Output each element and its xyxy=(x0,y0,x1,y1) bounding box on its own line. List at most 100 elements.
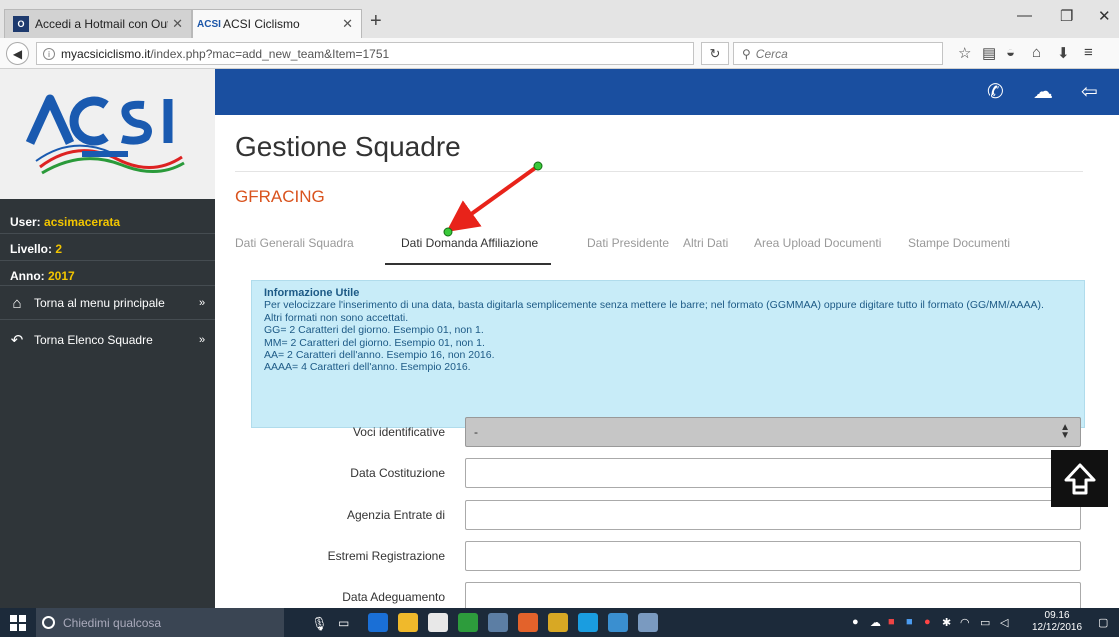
tax-agency-input[interactable] xyxy=(465,500,1081,530)
sidebar-item-team-list[interactable]: ↶ Torna Elenco Squadre » xyxy=(0,327,215,353)
select-arrows-icon: ▲ ▼ xyxy=(1060,422,1070,441)
app-icon[interactable] xyxy=(638,613,658,632)
tray-icon[interactable]: ● xyxy=(852,616,859,628)
search-placeholder: Cerca xyxy=(755,46,788,61)
bluetooth-icon[interactable]: ✱ xyxy=(942,616,951,629)
browser-search-input[interactable]: ⚲ Cerca xyxy=(733,42,943,65)
info-line: Altri formati non sono accettati. xyxy=(264,311,409,324)
identifiers-select[interactable]: - ▲ ▼ xyxy=(465,417,1081,447)
screen: O Accedi a Hotmail con Out... ✕ ACSI ACS… xyxy=(0,0,1119,637)
clock-time: 09.16 xyxy=(1044,610,1070,621)
volume-icon[interactable]: ◁ xyxy=(1000,616,1008,629)
menu-icon[interactable]: ≡ xyxy=(1084,44,1093,61)
select-value: - xyxy=(474,425,478,439)
browser-tab-acsi[interactable]: ACSI ACSI Ciclismo ✕ xyxy=(192,9,362,38)
app-icon[interactable] xyxy=(548,613,568,632)
divider xyxy=(0,285,215,286)
windows-start-icon[interactable] xyxy=(10,615,26,631)
reading-list-icon[interactable]: ▤ xyxy=(982,44,996,62)
new-tab-icon[interactable]: + xyxy=(370,10,382,33)
tray-icon[interactable]: ■ xyxy=(906,616,913,628)
form-row-identifiers: Voci identificative - ▲ ▼ xyxy=(235,417,1083,447)
app-icon[interactable] xyxy=(608,613,628,632)
foundation-date-input[interactable] xyxy=(465,458,1081,488)
user-value: acsimacerata xyxy=(44,215,121,229)
url-path: /index.php?mac=add_new_team&Item=1751 xyxy=(150,46,390,61)
form-row-foundation-date: Data Costituzione xyxy=(235,458,1083,488)
firefox-icon[interactable] xyxy=(518,613,538,632)
year-label: Anno: xyxy=(10,269,45,283)
cloud-download-icon[interactable]: ☁ xyxy=(1033,79,1053,104)
edge-icon[interactable] xyxy=(368,613,388,632)
field-label: Data Adeguamento xyxy=(342,590,445,604)
registration-details-input[interactable] xyxy=(465,541,1081,571)
reload-icon[interactable]: ↻ xyxy=(701,42,729,65)
cortana-search-input[interactable]: Chiedimi qualcosa xyxy=(36,608,284,637)
tab-president-data[interactable]: Dati Presidente xyxy=(587,227,669,265)
scroll-to-top-button[interactable] xyxy=(1051,450,1108,507)
level-value: 2 xyxy=(55,242,63,256)
window-close-icon[interactable]: ✕ xyxy=(1098,7,1111,25)
info-line: MM= 2 Caratteri del giorno. Esempio 01, … xyxy=(264,336,485,349)
taskbar: Chiedimi qualcosa 🎙 ▭ ● ☁ ■ ■ ● ✱ ◠ ▭ ◁ … xyxy=(0,608,1119,637)
info-line: AAAA= 4 Caratteri dell'anno. Esempio 201… xyxy=(264,361,471,374)
download-icon[interactable]: ⬇ xyxy=(1057,44,1070,62)
pocket-icon[interactable]: ◒ xyxy=(1006,44,1015,61)
acsi-favicon-icon: ACSI xyxy=(197,18,221,30)
tray-icon[interactable]: ☁ xyxy=(870,616,881,629)
minimize-icon[interactable]: — xyxy=(1017,7,1032,24)
battery-icon[interactable]: ▭ xyxy=(980,616,990,629)
info-icon[interactable]: i xyxy=(43,47,55,60)
url-bar[interactable]: i myacsiciclismo.it/index.php?mac=add_ne… xyxy=(36,42,694,65)
acsi-logo[interactable] xyxy=(0,69,215,199)
back-arrow-icon[interactable]: ◀ xyxy=(6,42,29,65)
home-icon[interactable]: ⌂ xyxy=(1032,44,1041,61)
year-value: 2017 xyxy=(48,269,75,283)
info-alert: Informazione Utile Per velocizzare l'ins… xyxy=(251,280,1085,428)
page-title: Gestione Squadre xyxy=(235,131,461,162)
restore-icon[interactable]: ❐ xyxy=(1060,7,1073,25)
phone-icon[interactable]: ✆ xyxy=(987,79,1004,104)
bookmark-star-icon[interactable]: ☆ xyxy=(958,44,971,62)
cortana-icon xyxy=(42,616,55,629)
form-row-registration-details: Estremi Registrazione xyxy=(235,541,1083,571)
url-host: myacsiciclismo.it xyxy=(61,46,151,61)
sidebar-user: User: acsimacerata xyxy=(10,215,120,229)
info-line: AA= 2 Caratteri dell'anno. Esempio 16, n… xyxy=(264,349,495,362)
level-label: Livello: xyxy=(10,242,53,256)
tab-affiliation-data[interactable]: Dati Domanda Affiliazione xyxy=(385,227,551,265)
sidebar-item-main-menu[interactable]: ⌂ Torna al menu principale » xyxy=(0,290,215,316)
info-line: GG= 2 Caratteri del giorno. Esempio 01, … xyxy=(264,324,484,337)
tab-print-documents[interactable]: Stampe Documenti xyxy=(908,227,1010,265)
browser-tab-hotmail[interactable]: O Accedi a Hotmail con Out... ✕ xyxy=(4,9,192,38)
notifications-icon[interactable]: ▢ xyxy=(1098,616,1108,629)
info-heading: Informazione Utile xyxy=(264,287,360,299)
file-explorer-icon[interactable] xyxy=(398,613,418,632)
acsi-logo-icon xyxy=(25,94,185,175)
system-clock[interactable]: 09.16 12/12/2016 xyxy=(1032,610,1082,634)
tray-icon[interactable]: ● xyxy=(924,616,931,628)
tray-icon[interactable]: ■ xyxy=(888,616,895,628)
browser-nav-bar: ◀ i myacsiciclismo.it/index.php?mac=add_… xyxy=(0,38,1119,69)
logout-icon[interactable]: ⇦ xyxy=(1081,79,1098,104)
tab-other-data[interactable]: Altri Dati xyxy=(683,227,728,265)
cortana-placeholder: Chiedimi qualcosa xyxy=(63,615,162,630)
tab-upload-documents[interactable]: Area Upload Documenti xyxy=(754,227,881,265)
wifi-icon[interactable]: ◠ xyxy=(960,616,970,629)
microphone-icon[interactable]: 🎙 xyxy=(311,616,328,632)
arrow-up-icon xyxy=(1064,463,1095,494)
top-bar: ✆ ☁ ⇦ xyxy=(215,69,1119,115)
task-view-icon[interactable]: ▭ xyxy=(338,616,349,630)
close-icon[interactable]: ✕ xyxy=(172,16,183,32)
skype-icon[interactable] xyxy=(578,613,598,632)
browser-tab-strip: O Accedi a Hotmail con Out... ✕ ACSI ACS… xyxy=(0,0,1119,38)
store-icon[interactable] xyxy=(428,613,448,632)
main-content: Gestione Squadre GFRACING Dati Generali … xyxy=(215,115,1119,612)
browser-tab-title: ACSI Ciclismo xyxy=(223,17,300,31)
chrome-icon[interactable] xyxy=(458,613,478,632)
field-label: Data Costituzione xyxy=(350,466,445,480)
tab-general-data[interactable]: Dati Generali Squadra xyxy=(235,227,354,265)
close-icon[interactable]: ✕ xyxy=(342,16,353,32)
app-icon[interactable] xyxy=(488,613,508,632)
home-icon: ⌂ xyxy=(12,294,22,312)
